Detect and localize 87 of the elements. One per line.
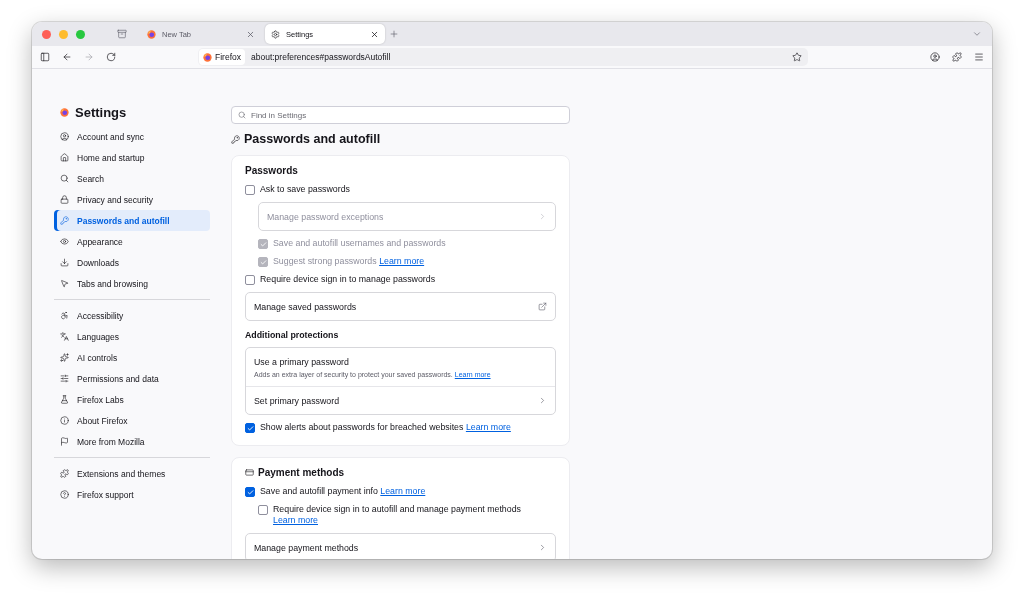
sidebar-item[interactable]: Home and startup [54,147,210,168]
category-icon [60,374,69,383]
sidebar-item[interactable]: Account and sync [54,126,210,147]
sidebar-item[interactable]: Firefox Labs [54,389,210,410]
sidebar-item[interactable]: About Firefox [54,410,210,431]
category-icon [60,353,69,362]
checkbox[interactable] [245,275,255,285]
firefox-logo-icon [60,108,69,117]
category-icon [60,195,69,204]
chevron-right-icon [538,212,547,221]
search-field[interactable]: Find in Settings [231,106,570,124]
checkbox[interactable] [245,423,255,433]
category-icon [60,237,69,246]
category-icon [60,279,69,288]
maximize-window-icon[interactable] [76,29,85,39]
sidebar-item[interactable]: AI controls [54,347,210,368]
settings-icon [271,29,280,39]
forward-icon[interactable] [84,52,94,62]
category-icon [60,174,69,183]
back-icon[interactable] [62,52,72,62]
sidebar-item[interactable]: Extensions and themes [54,463,210,484]
category-icon [60,490,69,499]
card-heading: Passwords [245,165,298,176]
sidebar-item[interactable]: Permissions and data [54,368,210,389]
option-label: Suggest strong passwords Learn more [273,256,425,267]
star-icon[interactable] [792,52,802,62]
sidebar-item[interactable]: More from Mozilla [54,431,210,452]
new-tab-icon[interactable] [389,29,399,39]
learn-more-link[interactable]: Learn more [380,486,426,496]
sidebar-item[interactable]: Search [54,168,210,189]
sidebar-item[interactable]: Passwords and autofill [54,210,210,231]
option-label: Ask to save passwords [260,184,350,195]
category-icon [60,311,69,320]
checkbox[interactable] [245,185,255,195]
chevron-right-icon [538,543,547,552]
category-icon [60,216,69,225]
sidebar-item[interactable]: Accessibility [54,305,210,326]
category-icon [60,332,69,341]
checkbox[interactable] [258,505,268,515]
page-title: Passwords and autofill [244,132,381,146]
external-link-icon [538,302,547,311]
sidebar-item[interactable]: Privacy and security [54,189,210,210]
manage-button[interactable]: Manage saved passwords [245,292,556,321]
close-icon[interactable] [370,29,379,39]
category-icon [60,395,69,404]
option-label: Save and autofill payment info Learn more [260,486,426,497]
sidebar-title: Settings [75,105,127,120]
category-icon [60,469,69,478]
category-icon [60,132,69,141]
address-bar[interactable]: Firefox about:preferences#passwordsAutofill [198,48,808,66]
tab-groups-icon[interactable] [117,29,127,39]
sidebar-item[interactable]: Firefox support [54,484,210,505]
puzzle-icon[interactable] [952,52,962,62]
card-heading: Payment methods [258,467,345,478]
subsection-heading: Additional protections [245,330,340,340]
sidebar-item[interactable]: Downloads [54,252,210,273]
option-label: Require device sign in to manage passwords [260,274,436,285]
option-label: Save and autofill usernames and passwords [273,238,446,249]
learn-more-link[interactable]: Learn more [273,515,318,525]
option-label: Require device sign in to autofill and manage payment methods Learn more [273,504,522,526]
firefox-logo-icon [147,29,156,39]
checkbox[interactable] [245,487,255,497]
category-icon [60,258,69,267]
sidebar-icon[interactable] [40,52,50,62]
category-icon [60,416,69,425]
set-password-button[interactable]: Set primary password [246,387,555,414]
account-icon[interactable] [930,52,940,62]
firefox-logo-icon [203,52,212,62]
card-icon [245,468,254,477]
reload-icon[interactable] [106,52,116,62]
option-label: Show alerts about passwords for breached websites Learn more [260,422,511,433]
sidebar-item[interactable]: Languages [54,326,210,347]
chevron-down-icon[interactable] [972,29,982,39]
close-window-icon[interactable] [42,29,51,39]
menu-icon[interactable] [974,52,984,62]
nav-button[interactable]: Manage payment methods [245,533,556,559]
identity-badge[interactable]: Firefox [199,49,245,65]
key-icon [231,134,240,144]
search-icon [238,111,246,119]
category-icon [60,437,69,446]
sidebar-item[interactable]: Appearance [54,231,210,252]
chevron-right-icon [538,396,547,405]
group-title: Use a primary password [254,357,350,367]
learn-more-link[interactable]: Learn more [465,422,511,432]
sidebar-item[interactable]: Tabs and browsing [54,273,210,294]
category-icon [60,153,69,162]
url-text: about:preferences#passwordsAutofill [251,52,392,62]
